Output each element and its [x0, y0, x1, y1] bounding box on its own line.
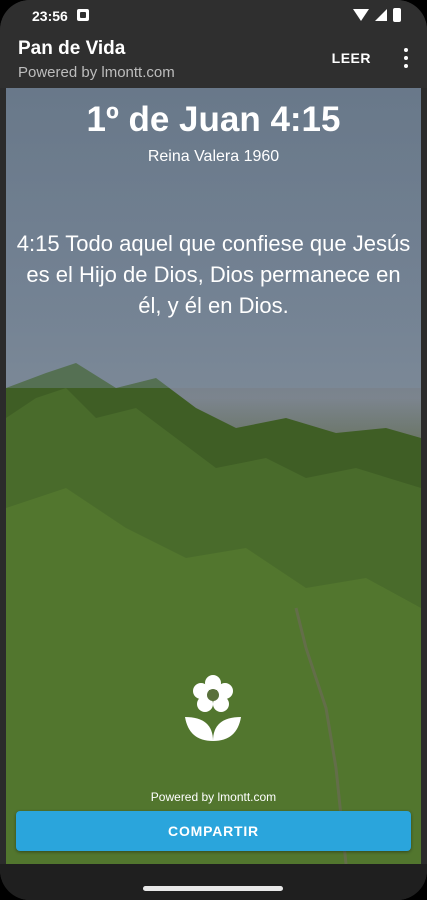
notification-icon: [77, 9, 89, 21]
status-bar: 23:56: [0, 0, 427, 32]
verse-reference: 1º de Juan 4:15: [86, 100, 341, 139]
navigation-bar: [0, 864, 427, 900]
phone-frame: 23:56 Pan de Vida Powered by lmontt.com …: [0, 0, 427, 900]
verse-text: 4:15 Todo aquel que confiese que Jesús e…: [16, 231, 411, 318]
status-time: 23:56: [32, 8, 68, 24]
bible-version: Reina Valera 1960: [147, 148, 280, 165]
app-bar: Pan de Vida Powered by lmontt.com LEER: [0, 32, 427, 88]
more-options-icon[interactable]: [403, 48, 409, 70]
app-subtitle: Powered by lmontt.com: [18, 64, 175, 81]
read-button[interactable]: LEER: [332, 50, 371, 66]
battery-icon: [393, 8, 401, 22]
status-icons: [353, 8, 401, 22]
powered-by-footer: Powered by lmontt.com: [150, 790, 277, 804]
verse-panel: 1º de Juan 4:15 Reina Valera 1960 4:15 T…: [6, 88, 421, 864]
mountain-background: [6, 88, 421, 864]
wifi-icon: [353, 9, 369, 21]
signal-icon: [375, 9, 387, 21]
share-button[interactable]: COMPARTIR: [16, 811, 411, 851]
app-title: Pan de Vida: [18, 38, 126, 59]
flower-logo-icon: [185, 675, 241, 741]
home-gesture-bar[interactable]: [143, 886, 283, 891]
